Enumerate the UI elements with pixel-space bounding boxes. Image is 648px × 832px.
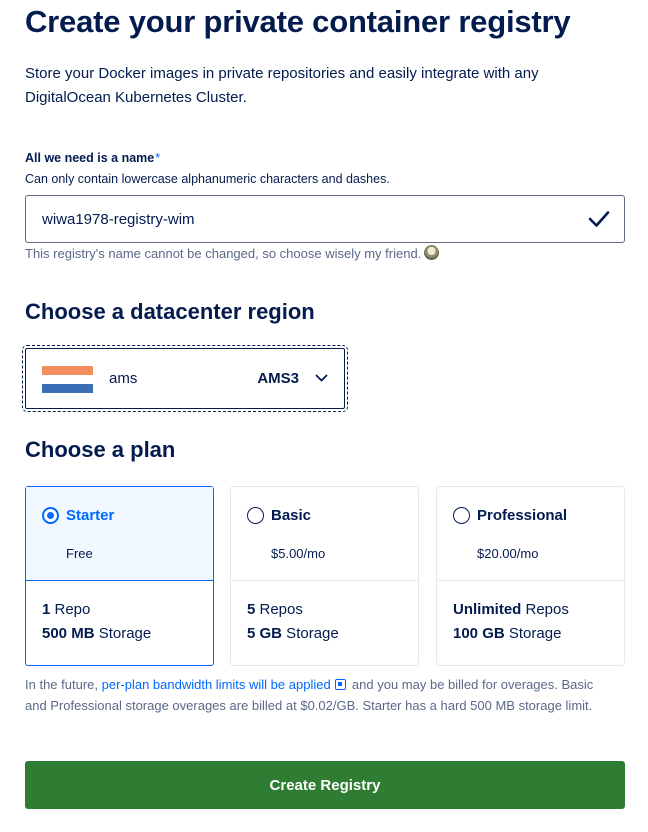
plan-storage-value: 5 GB (247, 625, 283, 642)
plan-storage-label: Storage (94, 625, 152, 642)
registry-name-note-text: This registry's name cannot be changed, … (25, 246, 422, 261)
plan-card-header: Basic $5.00/mo (231, 487, 418, 581)
plan-name: Basic (271, 507, 312, 524)
plan-card-professional[interactable]: Professional $20.00/mo Unlimited Repos 1… (436, 486, 625, 666)
plan-radio-basic[interactable] (247, 507, 264, 524)
chevron-down-icon (315, 374, 328, 382)
region-name: ams (109, 370, 138, 387)
bandwidth-limits-link[interactable]: per-plan bandwidth limits will be applie… (102, 677, 331, 692)
plan-repos-label: Repos (255, 601, 303, 618)
plan-radio-professional[interactable] (453, 507, 470, 524)
plan-price: $5.00/mo (271, 546, 326, 561)
create-registry-button[interactable]: Create Registry (25, 761, 625, 809)
registry-name-label: All we need is a name* (25, 151, 160, 165)
registry-name-label-text: All we need is a name (25, 151, 155, 165)
plan-name: Professional (477, 507, 568, 524)
plan-radio-starter[interactable] (42, 507, 59, 524)
plan-repos: 5 Repos (247, 601, 303, 618)
registry-name-note: This registry's name cannot be changed, … (25, 245, 440, 261)
registry-name-input[interactable] (42, 196, 582, 242)
plan-name: Starter (66, 507, 115, 524)
bandwidth-footnote: In the future, per-plan bandwidth limits… (25, 674, 615, 716)
region-heading: Choose a datacenter region (25, 299, 315, 324)
external-link-icon[interactable] (335, 679, 347, 690)
plan-card-starter[interactable]: Starter Free 1 Repo 500 MB Storage (25, 486, 214, 666)
plan-card-header: Starter Free (26, 487, 213, 581)
plan-storage-label: Storage (504, 625, 562, 642)
plan-storage-value: 100 GB (453, 625, 505, 642)
plan-repos: 1 Repo (42, 601, 90, 618)
required-marker: * (155, 151, 161, 165)
moon-emoji-icon (424, 245, 440, 260)
plan-repos-label: Repos (521, 601, 569, 618)
plan-storage: 5 GB Storage (247, 625, 339, 642)
registry-name-help: Can only contain lowercase alphanumeric … (25, 172, 390, 186)
page-subtitle: Store your Docker images in private repo… (25, 65, 539, 106)
netherlands-flag-icon (42, 366, 93, 393)
footnote-prefix: In the future, (25, 677, 102, 692)
plan-repos-value: Unlimited (453, 601, 522, 618)
region-code: AMS3 (257, 370, 299, 387)
checkmark-icon (588, 211, 610, 227)
region-select[interactable]: ams AMS3 (22, 345, 348, 412)
plan-heading: Choose a plan (25, 437, 176, 462)
plan-card-header: Professional $20.00/mo (437, 487, 624, 581)
registry-name-field[interactable] (25, 195, 625, 243)
plan-storage: 500 MB Storage (42, 625, 151, 642)
plan-price: Free (66, 546, 93, 561)
page-title: Create your private container registry (25, 4, 571, 39)
plan-storage-value: 500 MB (42, 625, 95, 642)
plan-storage-label: Storage (282, 625, 339, 642)
plan-repos: Unlimited Repos (453, 601, 569, 618)
plan-repos-label: Repo (50, 601, 91, 618)
plan-price: $20.00/mo (477, 546, 539, 561)
plan-card-basic[interactable]: Basic $5.00/mo 5 Repos 5 GB Storage (230, 486, 419, 666)
plan-storage: 100 GB Storage (453, 625, 561, 642)
